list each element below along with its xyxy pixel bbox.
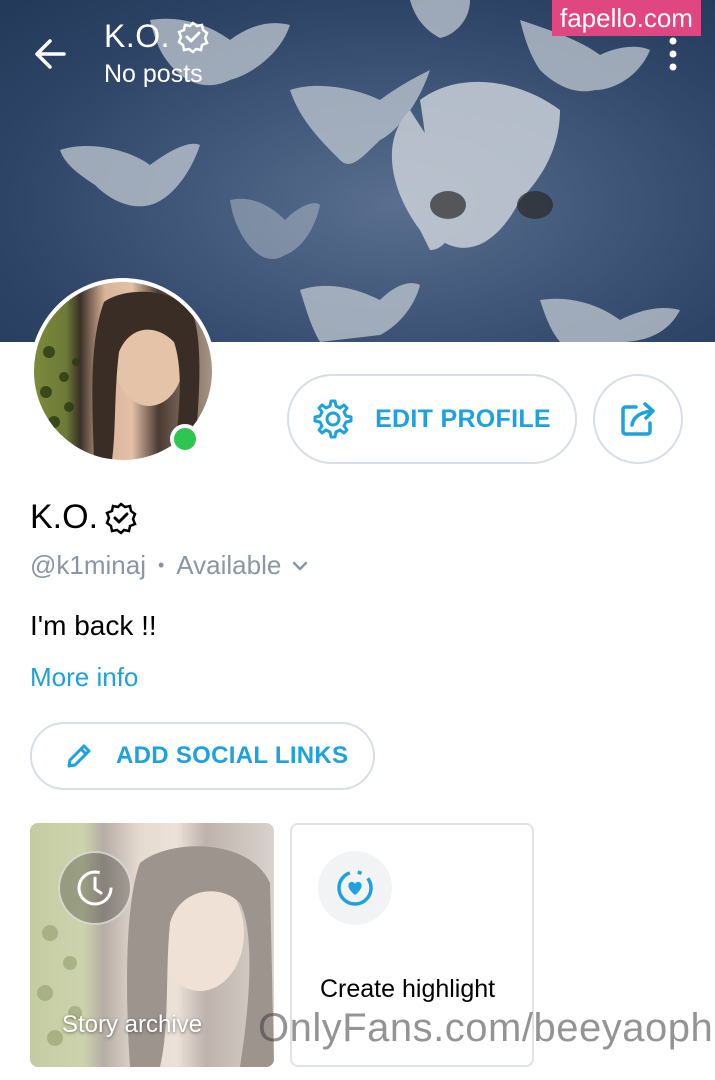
more-menu-button[interactable] bbox=[664, 36, 682, 72]
add-social-links-label: ADD SOCIAL LINKS bbox=[116, 742, 349, 769]
header-title: K.O. bbox=[104, 18, 210, 55]
profile-name-text: K.O. bbox=[30, 498, 99, 536]
archive-icon-wrap bbox=[58, 851, 132, 925]
profile-bio: I'm back !! bbox=[30, 610, 157, 641]
arrow-left-icon bbox=[35, 39, 66, 69]
header-subtitle: No posts bbox=[104, 60, 203, 88]
back-button[interactable] bbox=[30, 34, 70, 74]
heart-circle-icon bbox=[337, 870, 373, 906]
edit-profile-label: EDIT PROFILE bbox=[375, 404, 551, 433]
separator-dot: • bbox=[157, 555, 165, 575]
site-watermark: fapello.com bbox=[552, 0, 701, 36]
create-highlight-label: Create highlight bbox=[320, 975, 496, 1003]
verified-badge-icon bbox=[105, 501, 137, 535]
online-status-dot bbox=[170, 424, 200, 454]
profile-handle: @k1minaj bbox=[30, 550, 146, 580]
share-profile-button[interactable] bbox=[593, 374, 683, 464]
clock-icon bbox=[77, 870, 113, 906]
add-social-links-button[interactable]: ADD SOCIAL LINKS bbox=[30, 722, 375, 790]
verified-badge-icon bbox=[177, 20, 209, 54]
pencil-icon bbox=[67, 744, 91, 768]
story-archive-card[interactable]: Story archive bbox=[30, 823, 274, 1067]
header-name: K.O. bbox=[104, 18, 171, 54]
kebab-menu-icon bbox=[669, 37, 677, 71]
highlight-icon-wrap bbox=[318, 851, 392, 925]
share-icon bbox=[621, 402, 655, 436]
edit-profile-button[interactable]: EDIT PROFILE bbox=[287, 374, 577, 464]
availability-dropdown[interactable]: Available bbox=[176, 550, 311, 581]
handle-row: @k1minaj • Available bbox=[30, 550, 311, 581]
onlyfans-watermark: OnlyFans.com/beeyaoph bbox=[258, 1006, 714, 1050]
profile-name: K.O. bbox=[30, 498, 138, 537]
story-archive-label: Story archive bbox=[62, 1011, 203, 1038]
gear-icon bbox=[313, 399, 353, 439]
chevron-down-icon bbox=[293, 561, 308, 570]
more-info-link[interactable]: More info bbox=[30, 662, 138, 693]
availability-status: Available bbox=[176, 550, 282, 580]
